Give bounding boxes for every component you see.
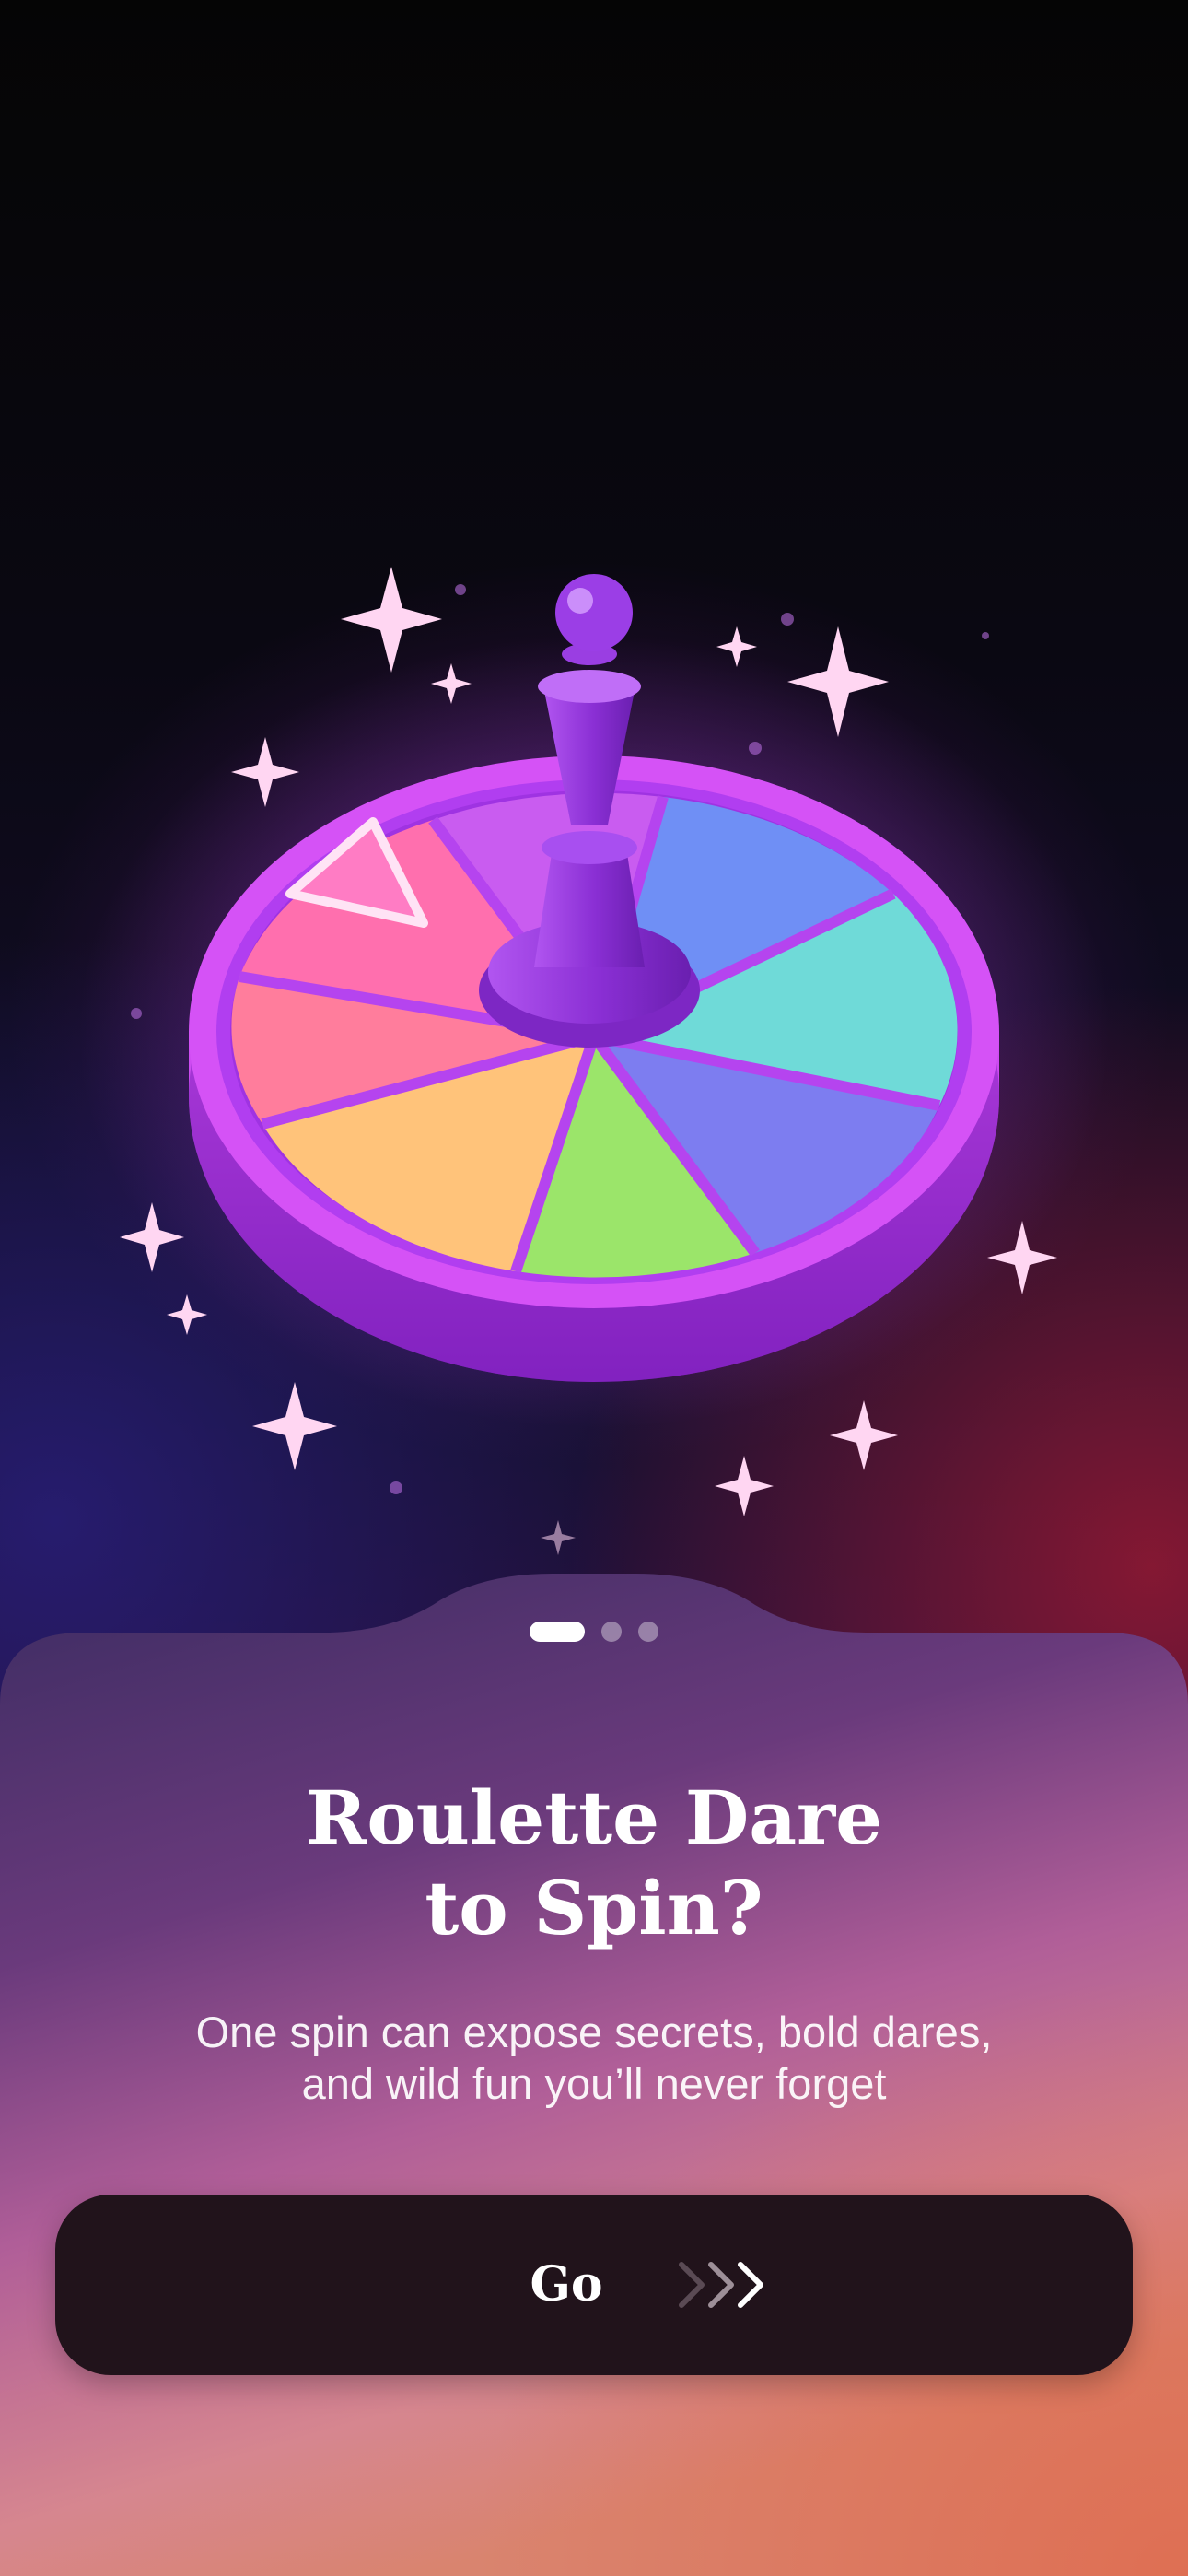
subtitle-line-2: and wild fun you’ll never forget [301,2059,887,2108]
subtitle-line-1: One spin can expose secrets, bold dares, [195,2008,993,2056]
pagination-dots [0,1622,1188,1642]
page-dot[interactable] [601,1622,622,1642]
page-dot-active[interactable] [530,1622,585,1642]
onboarding-sheet: Roulette Dare to Spin? One spin can expo… [0,1566,1188,2576]
go-button-label: Go [530,2256,603,2313]
onboarding-subtitle: One spin can expose secrets, bold dares,… [0,2007,1188,2110]
page-dot[interactable] [638,1622,658,1642]
go-button[interactable]: Go [55,2195,1133,2375]
roulette-wheel-illustration [78,567,1110,1555]
onboarding-title: Roulette Dare to Spin? [0,1773,1188,1953]
title-line-2: to Spin? [425,1865,763,1951]
title-line-1: Roulette Dare [305,1774,883,1861]
triple-chevron-right-icon [679,2262,763,2308]
